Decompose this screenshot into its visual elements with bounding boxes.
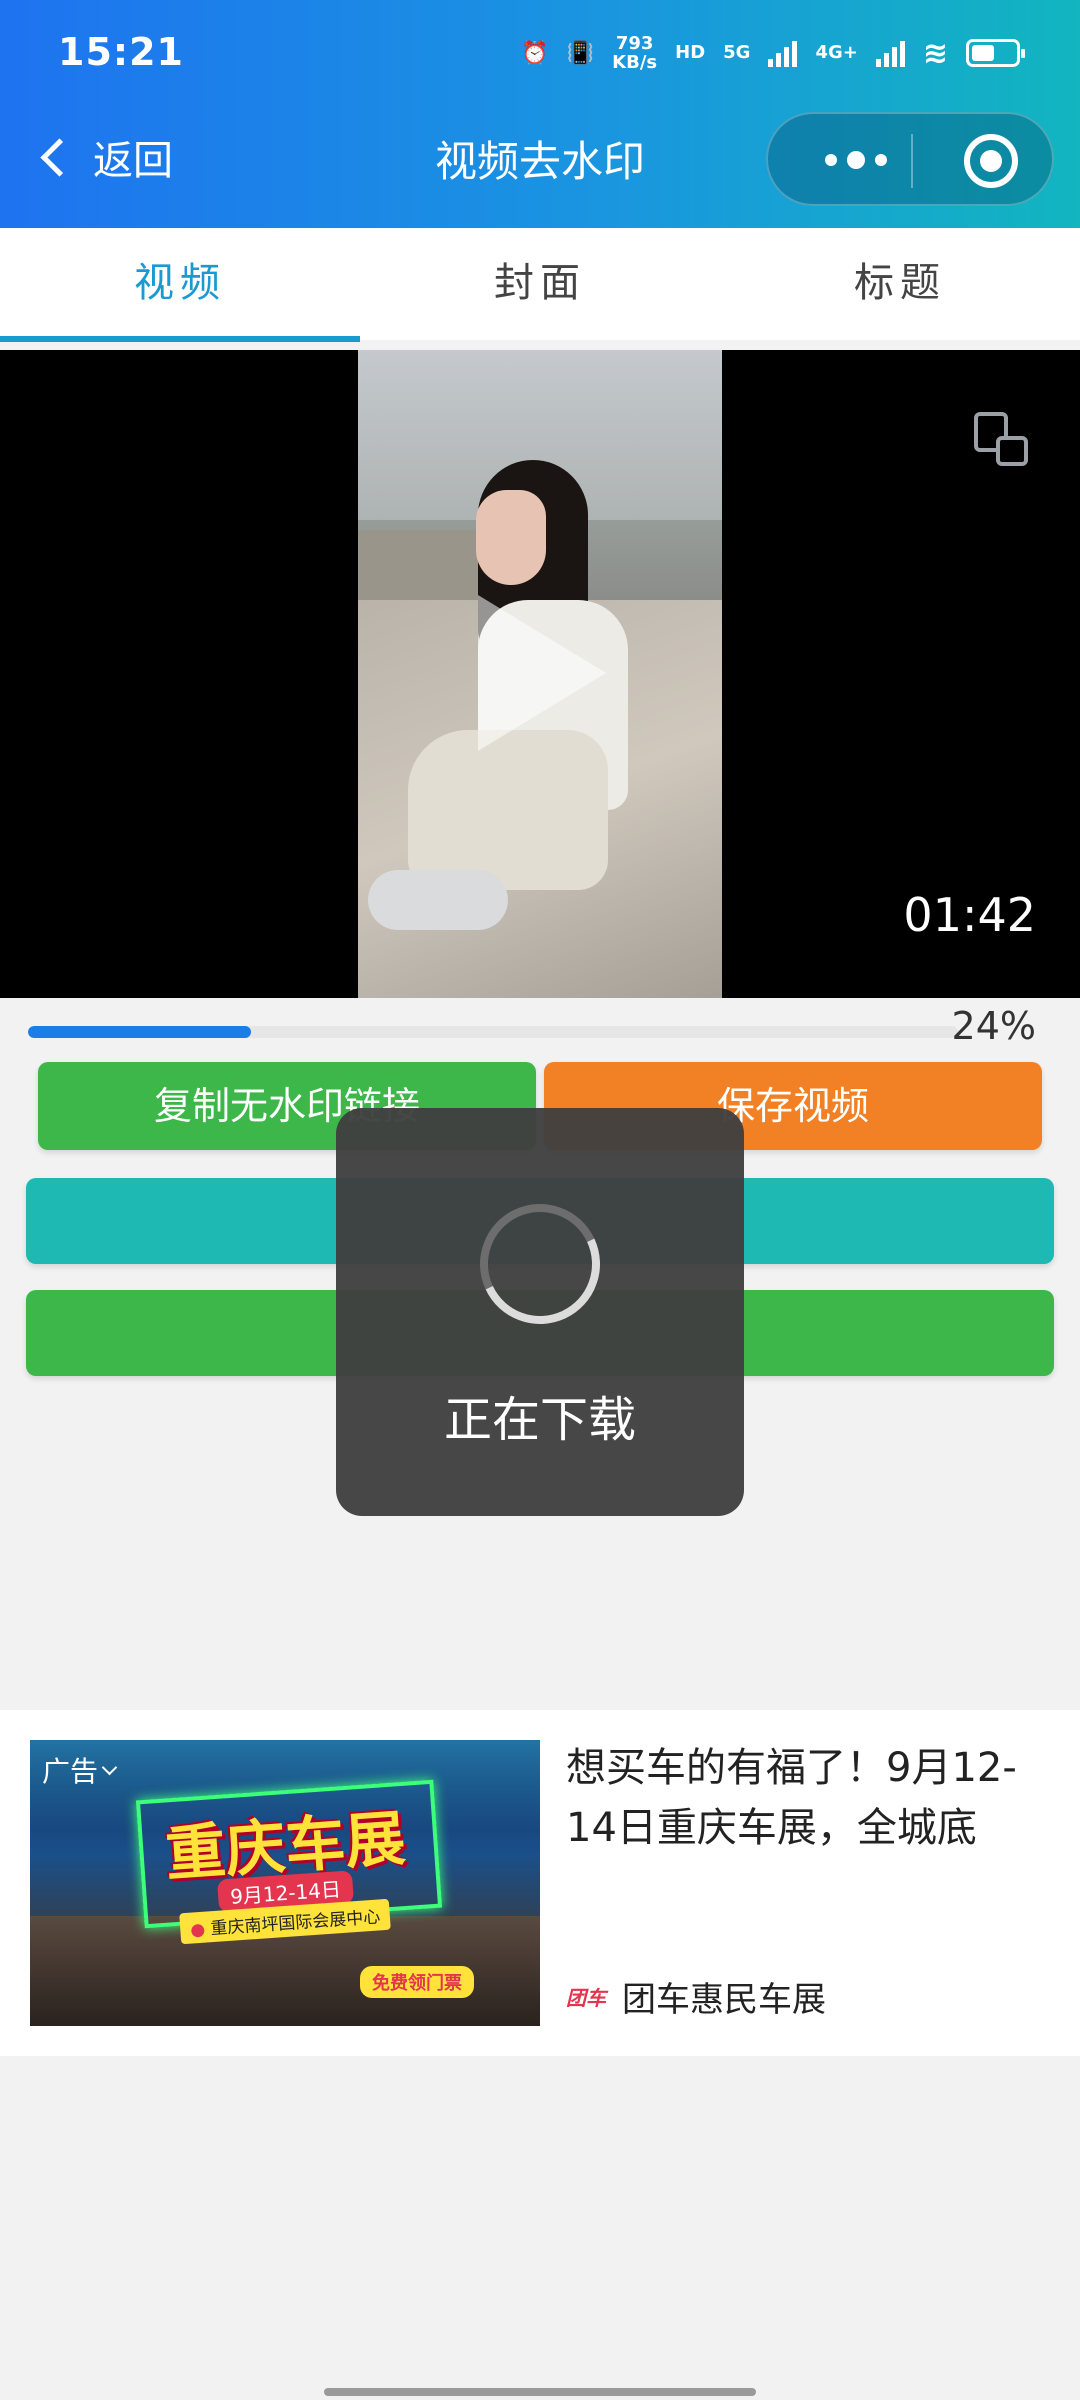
- brand-logo-icon: 团车: [566, 1986, 606, 2010]
- more-icon[interactable]: [806, 144, 906, 176]
- ad-brand-name: 团车惠民车展: [622, 1980, 826, 2020]
- play-icon[interactable]: [478, 595, 606, 751]
- download-progress-text: 24%: [951, 1004, 1036, 1048]
- loading-toast: 正在下载: [336, 1108, 744, 1516]
- hd-icon: HD: [675, 42, 706, 63]
- vibrate-icon: 📳: [566, 40, 595, 66]
- ad-image-ticket: 免费领门票: [360, 1966, 474, 1998]
- tab-bar: 视频 封面 标题: [0, 228, 1080, 342]
- ad-image[interactable]: 重庆车展 9月12-14日 ● 重庆南坪国际会展中心 免费领门票 广告: [30, 1740, 540, 2026]
- ad-card[interactable]: 重庆车展 9月12-14日 ● 重庆南坪国际会展中心 免费领门票 广告 想买车的…: [0, 1710, 1080, 2056]
- battery-icon: [966, 39, 1025, 67]
- signal-4g-label: 4G+: [815, 42, 858, 63]
- signal-5g-label: 5G: [723, 42, 751, 63]
- loading-text: 正在下载: [443, 1392, 636, 1448]
- signal-icon-2: [875, 39, 905, 67]
- location-pin-icon: ●: [189, 1919, 206, 1941]
- signal-icon: [768, 39, 798, 67]
- alarm-icon: ⏰: [521, 40, 549, 66]
- ad-tag[interactable]: 广告: [42, 1750, 118, 1790]
- miniprogram-capsule: [766, 112, 1054, 206]
- network-speed-value: 793: [615, 33, 654, 54]
- ad-tag-label: 广告: [42, 1755, 99, 1788]
- status-icons: ⏰ 📳 793 KB/s HD 5G 4G+ ≋: [521, 34, 1025, 72]
- download-progress-bar: [28, 1026, 958, 1038]
- capsule-divider: [911, 134, 913, 188]
- network-speed: 793 KB/s: [612, 34, 657, 72]
- video-player[interactable]: 01:42: [0, 350, 1080, 998]
- tab-video[interactable]: 视频: [0, 228, 360, 342]
- home-indicator[interactable]: [324, 2388, 756, 2396]
- status-bar: 15:21 ⏰ 📳 793 KB/s HD 5G 4G+ ≋: [0, 0, 1080, 110]
- ad-brand[interactable]: 团车 团车惠民车展: [566, 1972, 826, 2021]
- loading-spinner-icon: [463, 1187, 617, 1341]
- status-time: 15:21: [58, 30, 184, 74]
- download-progress-fill: [28, 1026, 252, 1038]
- tab-cover[interactable]: 封面: [360, 228, 720, 340]
- network-speed-unit: KB/s: [612, 52, 658, 73]
- wifi-icon: ≋: [922, 35, 948, 71]
- fullscreen-rotate-icon[interactable]: [974, 412, 1028, 466]
- tab-title[interactable]: 标题: [720, 228, 1080, 340]
- ad-title[interactable]: 想买车的有福了！9月12-14日重庆车展，全城底: [566, 1738, 1056, 1858]
- top-header: 15:21 ⏰ 📳 793 KB/s HD 5G 4G+ ≋ 返回 视频去水印: [0, 0, 1080, 228]
- close-miniprogram-icon[interactable]: [964, 134, 1018, 188]
- chevron-down-icon: [101, 1759, 118, 1775]
- video-duration: 01:42: [903, 888, 1036, 942]
